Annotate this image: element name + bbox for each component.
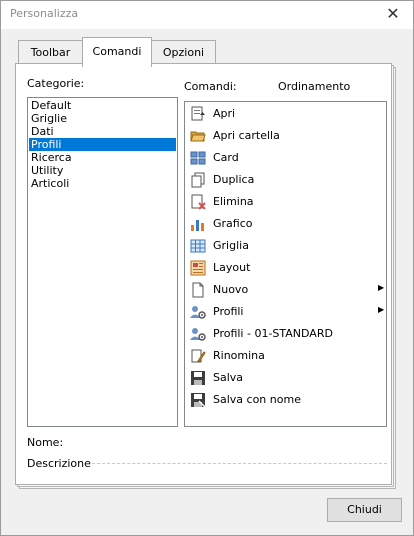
open-document-icon bbox=[191, 106, 205, 121]
categories-list[interactable]: Default Griglie Dati Profili Ricerca Uti… bbox=[27, 97, 178, 427]
category-item[interactable]: Default bbox=[29, 99, 176, 112]
command-label: Profili bbox=[213, 305, 244, 318]
command-label: Griglia bbox=[213, 239, 249, 252]
profiles-icon bbox=[190, 306, 206, 319]
command-item[interactable]: Profili - 01-STANDARD bbox=[186, 323, 386, 345]
delete-document-icon bbox=[191, 194, 206, 210]
command-label: Apri bbox=[213, 107, 236, 120]
close-window-button[interactable]: ✕ bbox=[379, 3, 407, 25]
command-item[interactable]: Duplica bbox=[186, 169, 386, 191]
command-label: Grafico bbox=[213, 217, 253, 230]
customize-dialog: Personalizza ✕ Toolbar Comandi Opzioni C… bbox=[0, 0, 414, 536]
description-label: Descrizione bbox=[27, 457, 91, 470]
submenu-arrow-icon: ▶ bbox=[378, 305, 385, 314]
sort-label[interactable]: Ordinamento bbox=[278, 80, 350, 93]
card-icon bbox=[190, 151, 206, 165]
command-item[interactable]: Rinomina bbox=[186, 345, 386, 367]
commands-tab-panel: Categorie: Default Griglie Dati Profili … bbox=[15, 63, 392, 485]
command-item[interactable]: Apri bbox=[186, 103, 386, 125]
description-separator bbox=[92, 463, 387, 464]
category-item[interactable]: Griglie bbox=[29, 112, 176, 125]
category-item[interactable]: Dati bbox=[29, 125, 176, 138]
tab-comandi[interactable]: Comandi bbox=[82, 37, 152, 67]
command-item[interactable]: Salva bbox=[186, 367, 386, 389]
command-item[interactable]: Profili ▶ bbox=[186, 301, 386, 323]
new-document-icon bbox=[192, 282, 204, 298]
category-item-selected[interactable]: Profili bbox=[29, 138, 176, 151]
command-item[interactable]: Grafico bbox=[186, 213, 386, 235]
command-label: Salva bbox=[213, 371, 244, 384]
command-label: Profili - 01-STANDARD bbox=[213, 327, 333, 340]
categories-label: Categorie: bbox=[27, 77, 85, 90]
profiles-icon bbox=[190, 328, 206, 341]
rename-icon bbox=[191, 349, 206, 363]
command-label: Layout bbox=[213, 261, 251, 274]
save-icon bbox=[191, 371, 205, 385]
commands-label: Comandi: bbox=[184, 80, 237, 93]
category-item[interactable]: Utility bbox=[29, 164, 176, 177]
command-label: Elimina bbox=[213, 195, 254, 208]
save-as-icon bbox=[191, 393, 206, 408]
close-button[interactable]: Chiudi bbox=[327, 498, 402, 522]
command-label: Duplica bbox=[213, 173, 255, 186]
category-item[interactable]: Articoli bbox=[29, 177, 176, 190]
command-item[interactable]: Elimina bbox=[186, 191, 386, 213]
submenu-arrow-icon: ▶ bbox=[378, 283, 385, 292]
command-label: Apri cartella bbox=[213, 129, 280, 142]
command-item[interactable]: Nuovo ▶ bbox=[186, 279, 386, 301]
command-item[interactable]: Layout bbox=[186, 257, 386, 279]
command-item[interactable]: Apri cartella bbox=[186, 125, 386, 147]
name-label: Nome: bbox=[27, 436, 64, 449]
duplicate-icon bbox=[191, 172, 205, 188]
commands-list[interactable]: Apri Apri cartella Card Duplica Elimina … bbox=[184, 101, 387, 427]
command-item[interactable]: Card bbox=[186, 147, 386, 169]
command-label: Salva con nome bbox=[213, 393, 301, 406]
chart-icon bbox=[191, 220, 204, 231]
command-item[interactable]: Griglia bbox=[186, 235, 386, 257]
window-title: Personalizza bbox=[10, 7, 79, 20]
layout-icon bbox=[190, 260, 206, 276]
command-label: Card bbox=[213, 151, 239, 164]
command-label: Rinomina bbox=[213, 349, 265, 362]
command-label: Nuovo bbox=[213, 283, 249, 296]
command-item[interactable]: Salva con nome bbox=[186, 389, 386, 411]
grid-icon bbox=[190, 239, 206, 253]
folder-icon bbox=[190, 131, 206, 142]
title-bar: Personalizza ✕ bbox=[1, 1, 413, 29]
category-item[interactable]: Ricerca bbox=[29, 151, 176, 164]
